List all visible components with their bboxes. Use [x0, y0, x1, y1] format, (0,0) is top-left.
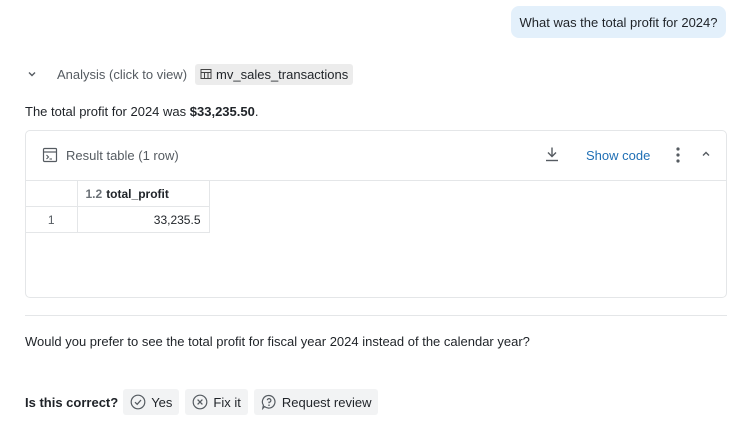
row-index: 1: [26, 206, 78, 233]
table-icon: [200, 69, 212, 79]
feedback-label: Is this correct?: [25, 394, 119, 410]
table-row: 1 33,235.5: [26, 206, 210, 233]
request-review-button[interactable]: Request review: [253, 389, 379, 415]
fix-it-label: Fix it: [213, 394, 241, 410]
yes-button[interactable]: Yes: [123, 389, 180, 415]
index-header-cell: [26, 180, 78, 207]
answer-text: The total profit for 2024 was $33,235.50…: [25, 104, 258, 119]
download-icon[interactable]: [544, 146, 560, 165]
show-code-button[interactable]: Show code: [586, 148, 650, 163]
result-table: 1.2 total_profit 1 33,235.5: [26, 180, 210, 233]
data-source-name: mv_sales_transactions: [216, 66, 349, 82]
table-header-row: 1.2 total_profit: [26, 180, 210, 207]
total-profit-cell: 33,235.5: [76, 206, 210, 233]
result-table-title: Result table (1 row): [66, 148, 179, 163]
chevron-up-icon[interactable]: [700, 148, 712, 163]
yes-label: Yes: [151, 394, 173, 410]
feedback-row: Is this correct? Yes Fix it Request revi…: [25, 389, 384, 415]
numeric-type-tag: 1.2: [85, 186, 103, 201]
speech-bubble-question-icon: [261, 394, 276, 410]
data-source-chip[interactable]: mv_sales_transactions: [195, 63, 354, 85]
answer-suffix: .: [254, 104, 259, 119]
result-table-icon: [42, 147, 58, 166]
result-table-header: Result table (1 row) Show code: [26, 131, 726, 181]
analysis-toggle-label[interactable]: Analysis (click to view): [57, 67, 187, 82]
check-circle-icon: [130, 394, 146, 410]
divider: [25, 315, 727, 316]
chevron-down-icon[interactable]: [25, 67, 39, 81]
request-review-label: Request review: [281, 394, 372, 410]
fix-it-button[interactable]: Fix it: [185, 389, 248, 415]
analysis-row: Analysis (click to view) mv_sales_transa…: [25, 63, 354, 85]
column-name: total_profit: [106, 186, 169, 201]
x-circle-icon: [193, 394, 208, 410]
column-header-total-profit[interactable]: 1.2 total_profit: [76, 180, 210, 207]
followup-question: Would you prefer to see the total profit…: [25, 334, 530, 349]
user-message-text: What was the total profit for 2024?: [519, 14, 718, 30]
answer-prefix: The total profit for 2024 was: [25, 104, 190, 119]
more-options-icon[interactable]: [674, 146, 682, 167]
answer-value: $33,235.50: [189, 104, 255, 119]
result-table-card: Result table (1 row) Show code 1.2 total…: [25, 130, 727, 298]
user-message-bubble: What was the total profit for 2024?: [511, 6, 726, 38]
